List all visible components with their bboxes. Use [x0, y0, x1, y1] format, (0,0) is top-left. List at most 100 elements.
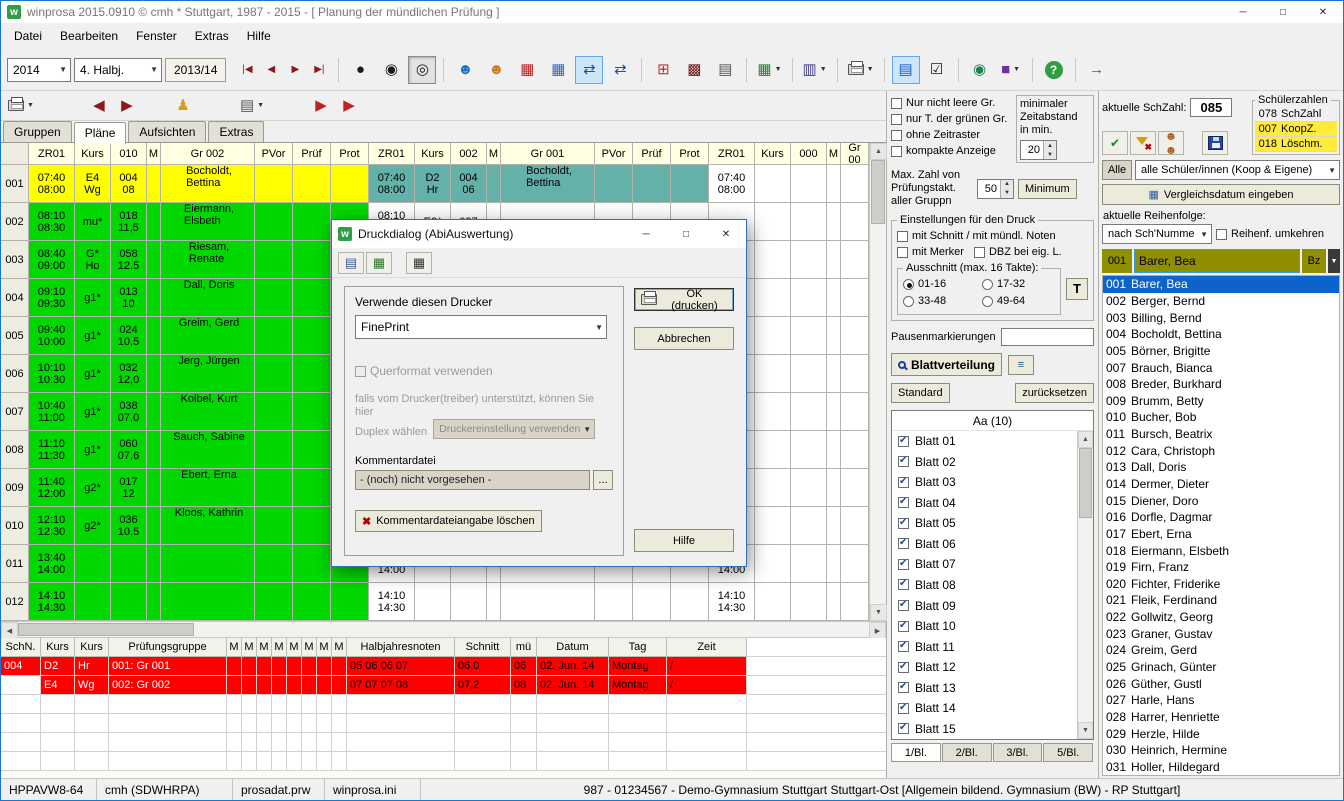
checklist-button[interactable]: ☑ — [923, 56, 951, 84]
student-filter-select[interactable]: alle Schüler/innen (Koop & Eigene) ▼ — [1135, 160, 1340, 180]
timetable-button[interactable]: ⊞ — [649, 56, 677, 84]
grid-kurs-cell[interactable]: mu* — [75, 203, 111, 241]
grid-pruef-cell[interactable] — [633, 165, 671, 203]
grid-num-cell[interactable] — [791, 279, 827, 317]
grid-time-cell[interactable]: 10:10 10:30 — [29, 355, 75, 393]
minimum-button[interactable]: Minimum — [1018, 179, 1077, 199]
grid-kurs-cell[interactable] — [75, 583, 111, 621]
minimize-button[interactable]: ─ — [1223, 1, 1263, 23]
grid-pvor-cell[interactable] — [255, 469, 293, 507]
grid-prot-cell[interactable] — [331, 583, 369, 621]
dialog-close-button[interactable]: ✕ — [706, 223, 746, 245]
scroll-thumb[interactable] — [18, 623, 194, 636]
document-button[interactable]: ▤▼ — [237, 92, 267, 120]
ausschnitt-radio-49-64[interactable]: 49-64 — [982, 293, 1055, 309]
student-list-item[interactable]: 005Börner, Brigitte — [1103, 343, 1339, 360]
grid-kurs-cell[interactable]: g1* — [75, 355, 111, 393]
grid-m-cell[interactable] — [827, 469, 841, 507]
display-option-checkbox-0[interactable]: Nur nicht leere Gr. — [891, 95, 1012, 111]
student-list-item[interactable]: 013Dall, Doris — [1103, 459, 1339, 476]
student-list-item[interactable]: 027Harle, Hans — [1103, 692, 1339, 709]
blatt-item[interactable]: Blatt 14 — [898, 698, 1077, 719]
year-select[interactable]: 2014 ▼ — [7, 58, 71, 82]
grid-time-cell[interactable]: 14:10 14:30 — [709, 583, 755, 621]
grid-m-cell[interactable] — [827, 431, 841, 469]
reverse-order-checkbox[interactable]: Reihenf. umkehren — [1216, 226, 1324, 242]
grid-m-cell[interactable] — [827, 241, 841, 279]
pupil-pair-button[interactable]: ☻☻ — [1158, 131, 1184, 155]
student-list-item[interactable]: 010Bucher, Bob — [1103, 409, 1339, 426]
student-list-item[interactable]: 030Heinrich, Hermine — [1103, 742, 1339, 759]
course-filter-button[interactable]: ▥▼ — [800, 56, 830, 84]
exam-table-row[interactable] — [1, 714, 886, 733]
grid-m-cell[interactable] — [827, 545, 841, 583]
grid-prot-cell[interactable] — [671, 583, 709, 621]
display-option-checkbox-2[interactable]: ohne Zeitraster — [891, 127, 1012, 143]
maximize-button[interactable]: □ — [1263, 1, 1303, 23]
spinner-arrows-icon[interactable]: ▲▼ — [1043, 141, 1056, 159]
grid-m-cell[interactable] — [147, 165, 161, 203]
grid-pruef-cell[interactable] — [293, 507, 331, 545]
blatt-item[interactable]: Blatt 11 — [898, 636, 1077, 657]
grid-kurs-cell[interactable]: g2* — [75, 469, 111, 507]
grid-kurs-cell[interactable] — [75, 545, 111, 583]
grid-kurs-cell[interactable]: G* Ho — [75, 241, 111, 279]
grid-num-cell[interactable]: 013 10 — [111, 279, 147, 317]
grid-name-cell[interactable] — [841, 393, 869, 431]
grid-num-cell[interactable] — [791, 241, 827, 279]
scroll-up-icon[interactable]: ▲ — [870, 143, 887, 160]
grid-time-cell[interactable]: 14:10 14:30 — [29, 583, 75, 621]
grid-num-cell[interactable] — [791, 355, 827, 393]
tab-extras[interactable]: Extras — [208, 121, 264, 142]
export-plan-button[interactable]: ▶ — [335, 92, 363, 120]
grid-name-cell[interactable]: Kloos, Kathrin — [161, 507, 255, 545]
grid-m-cell[interactable] — [147, 507, 161, 545]
grid-num-cell[interactable] — [791, 469, 827, 507]
blatt-item[interactable]: Blatt 01 — [898, 431, 1077, 452]
student-list-item[interactable]: 029Herzle, Hilde — [1103, 725, 1339, 742]
filter-clear-button[interactable]: ✖ — [1130, 131, 1156, 155]
grid-num-cell[interactable] — [791, 203, 827, 241]
blatt-item[interactable]: Blatt 04 — [898, 493, 1077, 514]
grid-name-cell[interactable] — [161, 583, 255, 621]
dbz-checkbox[interactable]: DBZ bei eig. L. — [974, 244, 1062, 260]
grid-name-cell[interactable] — [841, 279, 869, 317]
exam-table-row[interactable]: 004D2Hr001: Gr 00105 06 06 0706,00602. J… — [1, 657, 886, 676]
order-select[interactable]: nach Sch'Numme ▼ — [1102, 224, 1212, 244]
grid-m-cell[interactable] — [827, 317, 841, 355]
grid-m-cell[interactable] — [827, 279, 841, 317]
exam-calendar-button[interactable]: ▦ — [513, 56, 541, 84]
blatt-item[interactable]: Blatt 13 — [898, 677, 1077, 698]
blatt-item[interactable]: Blatt 03 — [898, 472, 1077, 493]
grid-pvor-cell[interactable] — [255, 583, 293, 621]
grid-pruef-cell[interactable] — [293, 241, 331, 279]
grid-num-cell[interactable] — [791, 393, 827, 431]
blatt-scrollbar[interactable]: ▲ ▼ — [1077, 431, 1093, 739]
grid-num-cell[interactable]: 004 08 — [111, 165, 147, 203]
grid-name-cell[interactable] — [841, 545, 869, 583]
tab-gruppen[interactable]: Gruppen — [3, 121, 72, 142]
grid-name-cell[interactable]: Ebert, Erna — [161, 469, 255, 507]
grid-time-cell[interactable]: 11:10 11:30 — [29, 431, 75, 469]
grid-m-cell[interactable] — [827, 165, 841, 203]
spinner-arrows-icon[interactable]: ▲▼ — [1000, 180, 1013, 198]
assistant-button[interactable]: ♟ — [169, 92, 197, 120]
grid-m-cell[interactable] — [487, 583, 501, 621]
grid-name-cell[interactable] — [841, 583, 869, 621]
pupils-button[interactable]: ☻ — [451, 56, 479, 84]
grid-prot-cell[interactable] — [331, 165, 369, 203]
grid-name-cell[interactable]: Eiermann, Elsbeth — [161, 203, 255, 241]
reset-button[interactable]: zurücksetzen — [1015, 383, 1094, 403]
print-preview-button[interactable]: ▤ — [892, 56, 920, 84]
student-list-item[interactable]: 009Brumm, Betty — [1103, 392, 1339, 409]
grid-kurs-cell[interactable]: g1* — [75, 279, 111, 317]
grid-num-cell[interactable] — [791, 507, 827, 545]
querformat-checkbox[interactable]: Querformat verwenden — [355, 363, 613, 379]
blatt-tab-3[interactable]: 3/Bl. — [993, 743, 1043, 762]
blatt-options-button[interactable]: ≡ — [1008, 355, 1034, 375]
grid-num-cell[interactable]: 032 12,0 — [111, 355, 147, 393]
grid-pruef-cell[interactable] — [293, 583, 331, 621]
pausen-input[interactable] — [1001, 328, 1094, 346]
grid-kurs-cell[interactable] — [755, 393, 791, 431]
display-option-checkbox-3[interactable]: kompakte Anzeige — [891, 143, 1012, 159]
